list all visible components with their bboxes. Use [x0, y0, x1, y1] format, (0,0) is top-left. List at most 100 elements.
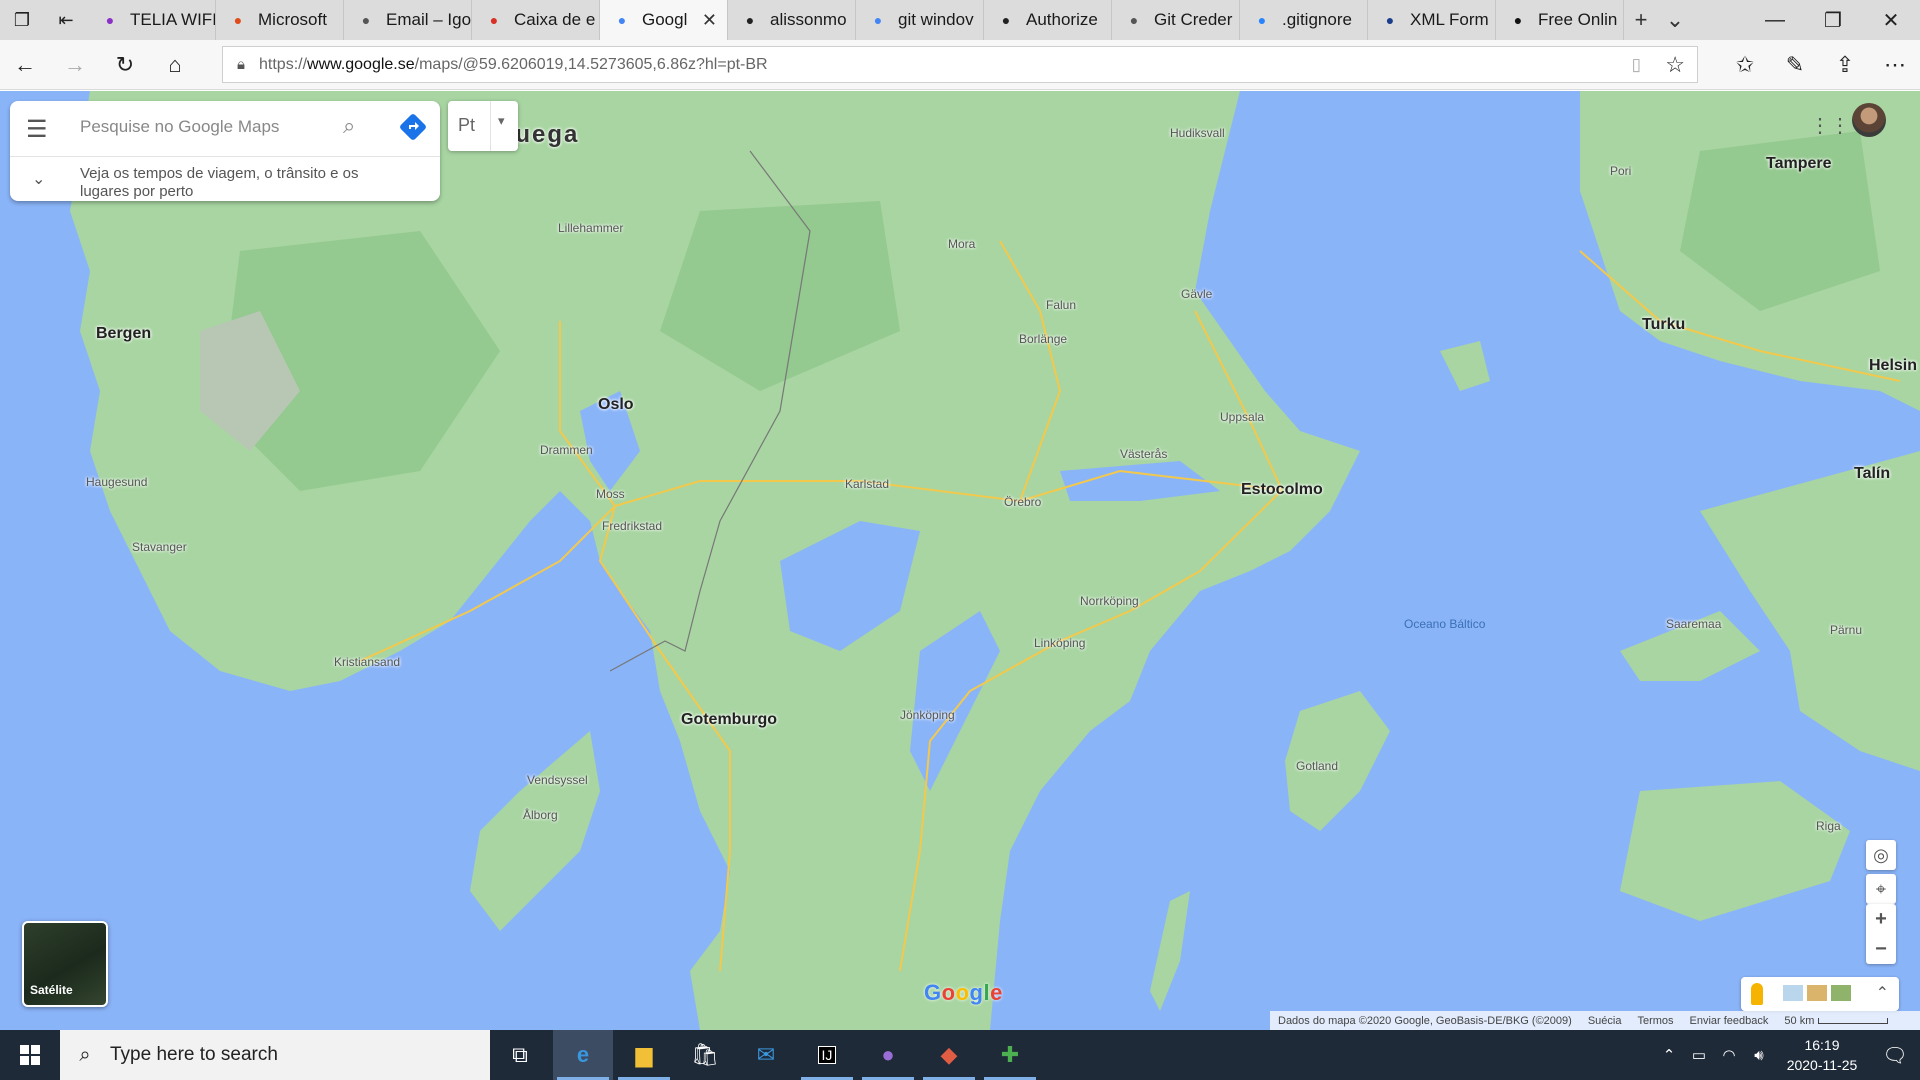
map-label[interactable]: Helsin — [1869, 357, 1917, 375]
volume-icon[interactable]: 🔊︎ — [1744, 1047, 1774, 1064]
set-aside-tabs-icon[interactable]: ⇤ — [44, 0, 88, 40]
map-label[interactable]: Riga — [1816, 819, 1841, 833]
tab-3[interactable]: ● Caixa de e — [472, 0, 600, 40]
map-label[interactable]: Bergen — [96, 325, 151, 343]
show-hidden-icons[interactable]: ⌃ — [1654, 1046, 1684, 1064]
map-label[interactable]: Karlstad — [845, 477, 889, 491]
action-center-icon[interactable]: 🗨︎ — [1870, 1043, 1920, 1068]
map-label[interactable]: Oslo — [598, 396, 634, 414]
map-label[interactable]: Talín — [1854, 465, 1890, 483]
tab-9[interactable]: ● .gitignore — [1240, 0, 1368, 40]
map-label[interactable]: Mora — [948, 237, 975, 251]
tab-0[interactable]: ● TELIA WIFI — [88, 0, 216, 40]
tab-5[interactable]: ● alissonmo — [728, 0, 856, 40]
refresh-button[interactable]: ↻ — [100, 40, 150, 90]
imagery-thumb-2[interactable] — [1807, 985, 1827, 1001]
map-label[interactable]: Turku — [1642, 316, 1685, 334]
zoom-in-button[interactable]: + — [1866, 904, 1896, 934]
new-tab-button[interactable]: + — [1624, 0, 1658, 40]
edge-browser-icon[interactable]: e — [553, 1030, 613, 1080]
restore-button[interactable]: ❐ — [1804, 0, 1862, 40]
tab-10[interactable]: ● XML Form — [1368, 0, 1496, 40]
menu-icon[interactable]: ☰ — [26, 115, 48, 144]
map-label[interactable]: Oceano Báltico — [1404, 617, 1485, 631]
tab-2[interactable]: ● Email – Igo — [344, 0, 472, 40]
close-window-button[interactable]: ✕ — [1862, 0, 1920, 40]
intellij-icon[interactable]: IJ — [797, 1030, 857, 1080]
map-label[interactable]: Örebro — [1004, 495, 1041, 509]
battery-icon[interactable]: ▭ — [1684, 1046, 1714, 1064]
expand-up-icon[interactable]: ⌃ — [1876, 983, 1889, 1003]
map-label[interactable]: Vendsyssel — [527, 773, 588, 787]
tab-preview-toggle[interactable]: ⌄ — [1658, 0, 1692, 40]
search-input[interactable]: Pesquise no Google Maps — [80, 117, 279, 137]
map-label[interactable]: Linköping — [1034, 636, 1085, 650]
tab-8[interactable]: ● Git Creder — [1112, 0, 1240, 40]
avatar[interactable] — [1852, 103, 1886, 137]
map-label[interactable]: Borlänge — [1019, 332, 1067, 346]
tab-1[interactable]: ● Microsoft — [216, 0, 344, 40]
map-label[interactable]: Gotemburgo — [681, 711, 777, 729]
map-label[interactable]: Lillehammer — [558, 221, 623, 235]
scale-bar[interactable]: 50 km — [1784, 1015, 1889, 1027]
directions-icon[interactable] — [397, 111, 429, 143]
map-label[interactable]: Drammen — [540, 443, 593, 457]
terms-link[interactable]: Termos — [1637, 1015, 1673, 1027]
map-label[interactable]: Saaremaa — [1666, 617, 1721, 631]
more-options-icon[interactable]: ⋯ — [1870, 40, 1920, 90]
attribution-country[interactable]: Suécia — [1588, 1015, 1622, 1027]
map-label[interactable]: Västerås — [1120, 447, 1167, 461]
map-label[interactable]: Norrköping — [1080, 594, 1139, 608]
start-button[interactable] — [0, 1030, 60, 1080]
pen-icon[interactable]: ✎ — [1770, 40, 1820, 90]
map-label[interactable]: Gotland — [1296, 759, 1338, 773]
map-label[interactable]: Kristiansand — [334, 655, 400, 669]
store-icon[interactable]: 🛍︎ — [675, 1030, 735, 1080]
github-desktop-icon[interactable]: ● — [858, 1030, 918, 1080]
imagery-thumb-1[interactable] — [1783, 985, 1803, 1001]
map-label[interactable]: Gävle — [1181, 287, 1212, 301]
imagery-thumb-3[interactable] — [1831, 985, 1851, 1001]
minimize-button[interactable]: — — [1746, 0, 1804, 40]
wifi-icon[interactable]: ◠ — [1714, 1046, 1744, 1064]
share-icon[interactable]: ⇪ — [1820, 40, 1870, 90]
map-label[interactable]: Hudiksvall — [1170, 126, 1225, 140]
git-gui-icon[interactable]: ◆ — [919, 1030, 979, 1080]
home-button[interactable]: ⌂ — [150, 40, 200, 90]
tab-4[interactable]: ● Googl ✕ — [600, 0, 728, 40]
map-label[interactable]: Tampere — [1766, 155, 1832, 173]
chevron-down-icon[interactable]: ⌄ — [32, 169, 45, 189]
map-label[interactable]: Pori — [1610, 164, 1631, 178]
map-label[interactable]: Stavanger — [132, 540, 187, 554]
close-tab-icon[interactable]: ✕ — [702, 10, 717, 31]
tab-6[interactable]: ● git windov — [856, 0, 984, 40]
favorites-icon[interactable]: ✩ — [1720, 40, 1770, 90]
tab-7[interactable]: ● Authorize — [984, 0, 1112, 40]
forward-button[interactable]: → — [50, 40, 100, 90]
dropdown-arrow-icon[interactable]: ▾ — [498, 113, 505, 129]
language-layer-button[interactable]: Pt ▾ — [448, 101, 518, 151]
map-label[interactable]: Ålborg — [523, 808, 558, 822]
map-label[interactable]: Jönköping — [900, 708, 955, 722]
map-canvas[interactable]: Noruega Bergen Oslo Estocolmo Gotemburgo Tamp… — [0, 91, 1920, 1030]
favorite-star-icon[interactable]: ☆ — [1665, 52, 1685, 78]
map-label[interactable]: Estocolmo — [1241, 481, 1323, 499]
taskbar-search[interactable]: ⌕ Type here to search — [60, 1030, 490, 1080]
map-label[interactable]: Moss — [596, 487, 625, 501]
address-bar[interactable]: 🔒︎ https://www.google.se/maps/@59.620601… — [222, 46, 1698, 83]
search-icon[interactable]: ⌕ — [343, 113, 355, 139]
map-label[interactable]: Fredrikstad — [602, 519, 662, 533]
map-label[interactable]: Falun — [1046, 298, 1076, 312]
tab-actions-icon[interactable]: ❐ — [0, 0, 44, 40]
globe-icon[interactable]: ◎ — [1866, 840, 1896, 870]
zoom-out-button[interactable]: − — [1866, 934, 1896, 964]
satellite-layer-toggle[interactable]: Satélite — [22, 921, 108, 1007]
file-explorer-icon[interactable]: ▆ — [614, 1030, 674, 1080]
mail-icon[interactable]: ✉ — [736, 1030, 796, 1080]
explore-hint[interactable]: Veja os tempos de viagem, o trânsito e o… — [80, 165, 410, 201]
tab-11[interactable]: ● Free Onlin — [1496, 0, 1624, 40]
back-button[interactable]: ← — [0, 40, 50, 90]
clock[interactable]: 16:19 2020-11-25 — [1774, 1035, 1870, 1075]
reading-view-icon[interactable]: ▯ — [1632, 55, 1641, 75]
green-app-icon[interactable]: ✚ — [980, 1030, 1040, 1080]
